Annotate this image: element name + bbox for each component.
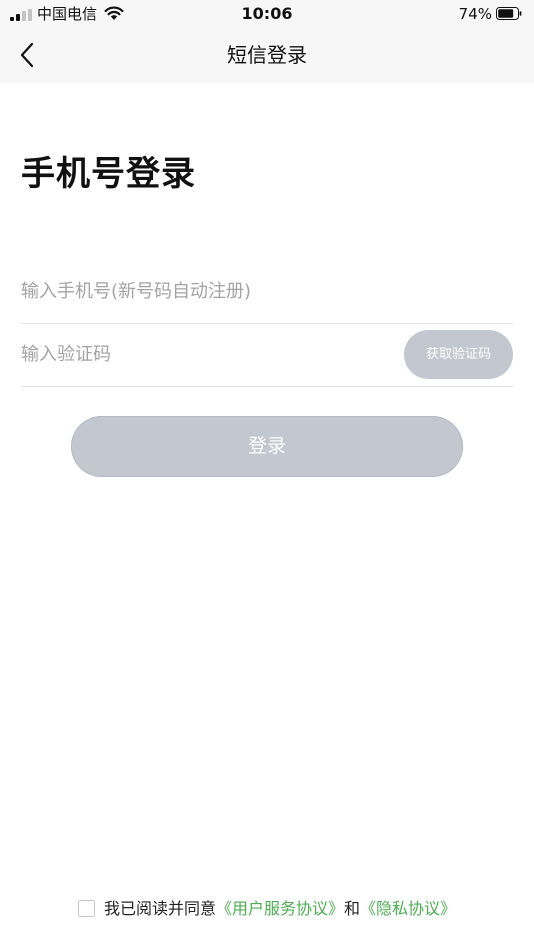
verification-code-field: 获取验证码 [21, 330, 513, 387]
nav-title: 短信登录 [227, 43, 307, 67]
sms-login-screen: 中国电信 10:06 74% 短信登录 手机号登录 获取验证码 登录 [0, 0, 534, 950]
privacy-policy-link[interactable]: 《隐私协议》 [360, 899, 456, 918]
status-time: 10:06 [241, 4, 293, 23]
login-button[interactable]: 登录 [71, 416, 463, 477]
agreement-prefix: 我已阅读并同意 [103, 899, 216, 918]
agreement-connector: 和 [344, 899, 361, 918]
navigation-bar: 短信登录 [0, 28, 534, 83]
status-bar: 中国电信 10:06 74% [0, 0, 534, 28]
agree-checkbox[interactable] [77, 899, 95, 917]
get-code-button[interactable]: 获取验证码 [404, 330, 513, 379]
battery-icon [496, 7, 522, 20]
phone-input[interactable] [21, 277, 513, 307]
agreement-row: 我已阅读并同意《用户服务协议》和《隐私协议》 [0, 897, 534, 921]
phone-field [21, 277, 513, 324]
verification-code-input[interactable] [21, 340, 391, 370]
user-agreement-link[interactable]: 《用户服务协议》 [216, 899, 344, 918]
page-title: 手机号登录 [21, 154, 196, 194]
battery-percentage: 74% [458, 5, 492, 23]
